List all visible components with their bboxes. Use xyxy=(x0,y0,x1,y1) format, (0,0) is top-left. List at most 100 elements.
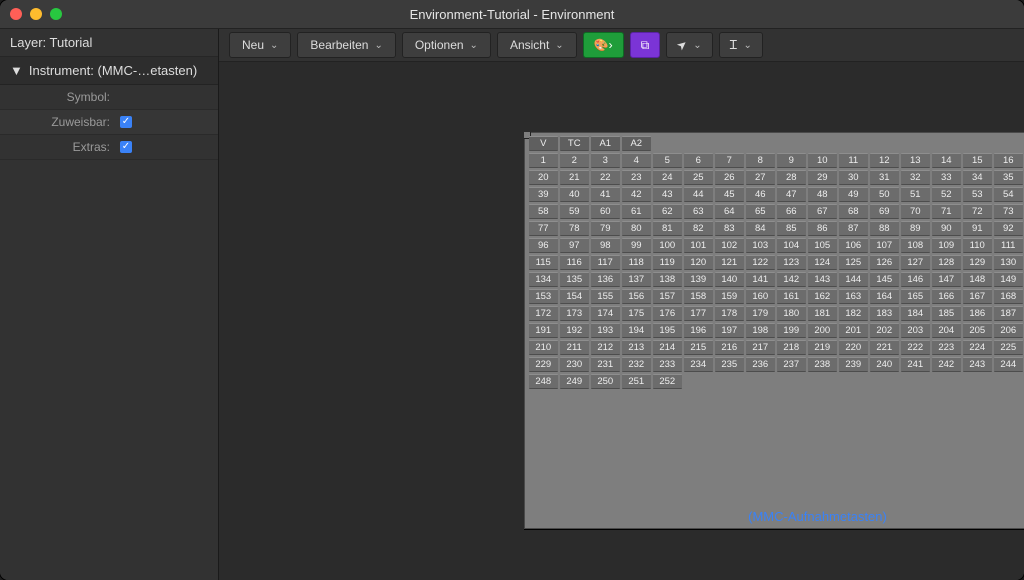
record-button[interactable]: 14 xyxy=(932,153,961,168)
record-button[interactable]: 177 xyxy=(684,306,713,321)
record-button[interactable]: 47 xyxy=(777,187,806,202)
record-button[interactable]: 251 xyxy=(622,374,651,389)
record-button[interactable]: 51 xyxy=(901,187,930,202)
record-button[interactable]: 216 xyxy=(715,340,744,355)
record-button[interactable]: 243 xyxy=(963,357,992,372)
record-button[interactable]: 81 xyxy=(653,221,682,236)
record-button[interactable]: 77 xyxy=(529,221,558,236)
record-button[interactable]: 11 xyxy=(839,153,868,168)
record-button[interactable]: 134 xyxy=(529,272,558,287)
record-button[interactable]: 29 xyxy=(808,170,837,185)
record-button[interactable]: 63 xyxy=(684,204,713,219)
record-button[interactable]: 232 xyxy=(622,357,651,372)
record-button[interactable]: 80 xyxy=(622,221,651,236)
record-button[interactable]: 205 xyxy=(963,323,992,338)
record-button[interactable]: 187 xyxy=(994,306,1023,321)
record-button[interactable]: 104 xyxy=(777,238,806,253)
record-button[interactable]: 96 xyxy=(529,238,558,253)
record-button[interactable]: 58 xyxy=(529,204,558,219)
record-button[interactable]: 211 xyxy=(560,340,589,355)
record-button[interactable]: 237 xyxy=(777,357,806,372)
record-button[interactable]: 159 xyxy=(715,289,744,304)
record-button[interactable]: 12 xyxy=(870,153,899,168)
close-icon[interactable] xyxy=(10,8,22,20)
inspector-header[interactable]: ▼ Instrument: (MMC-…etasten) xyxy=(0,57,218,85)
record-button[interactable]: 6 xyxy=(684,153,713,168)
record-button[interactable]: 231 xyxy=(591,357,620,372)
record-button[interactable]: 62 xyxy=(653,204,682,219)
record-button[interactable]: 239 xyxy=(839,357,868,372)
record-button[interactable]: 161 xyxy=(777,289,806,304)
record-button[interactable]: 8 xyxy=(746,153,775,168)
record-button[interactable]: 149 xyxy=(994,272,1023,287)
record-button[interactable]: 9 xyxy=(777,153,806,168)
record-button[interactable]: 13 xyxy=(901,153,930,168)
record-button[interactable]: 28 xyxy=(777,170,806,185)
record-button[interactable]: 162 xyxy=(808,289,837,304)
menu-edit[interactable]: Bearbeiten⌄ xyxy=(297,32,395,58)
record-button[interactable]: 98 xyxy=(591,238,620,253)
record-button[interactable]: 65 xyxy=(746,204,775,219)
record-button[interactable]: 212 xyxy=(591,340,620,355)
record-button[interactable]: 217 xyxy=(746,340,775,355)
record-button[interactable]: 198 xyxy=(746,323,775,338)
record-button[interactable]: 22 xyxy=(591,170,620,185)
record-button[interactable]: 107 xyxy=(870,238,899,253)
record-button[interactable]: 10 xyxy=(808,153,837,168)
record-button[interactable]: 233 xyxy=(653,357,682,372)
record-button[interactable]: 103 xyxy=(746,238,775,253)
record-button[interactable]: 201 xyxy=(839,323,868,338)
record-button[interactable]: 124 xyxy=(808,255,837,270)
record-button[interactable]: 181 xyxy=(808,306,837,321)
record-button[interactable]: 60 xyxy=(591,204,620,219)
record-button[interactable]: 242 xyxy=(932,357,961,372)
record-button[interactable]: 139 xyxy=(684,272,713,287)
record-button[interactable]: 186 xyxy=(963,306,992,321)
record-button[interactable]: 97 xyxy=(560,238,589,253)
record-button[interactable]: 34 xyxy=(963,170,992,185)
record-button[interactable]: 31 xyxy=(870,170,899,185)
record-button[interactable]: 194 xyxy=(622,323,651,338)
record-button[interactable]: 16 xyxy=(994,153,1023,168)
record-button[interactable]: 110 xyxy=(963,238,992,253)
layer-selector[interactable]: Layer: Tutorial xyxy=(0,29,218,57)
record-button[interactable]: 115 xyxy=(529,255,558,270)
record-button[interactable]: 163 xyxy=(839,289,868,304)
record-button[interactable]: 79 xyxy=(591,221,620,236)
record-button[interactable]: 53 xyxy=(963,187,992,202)
record-button[interactable]: 180 xyxy=(777,306,806,321)
record-button[interactable]: 54 xyxy=(994,187,1023,202)
record-button[interactable]: 126 xyxy=(870,255,899,270)
text-tool[interactable]: Ꮖ⌄ xyxy=(719,32,763,58)
record-button[interactable]: 203 xyxy=(901,323,930,338)
disclosure-triangle-icon[interactable]: ▼ xyxy=(10,63,23,78)
record-button[interactable]: 71 xyxy=(932,204,961,219)
object-name-label[interactable]: (MMC-Aufnahmetasten) xyxy=(525,509,1024,524)
record-button[interactable]: 86 xyxy=(808,221,837,236)
record-button[interactable]: 117 xyxy=(591,255,620,270)
record-button[interactable]: 92 xyxy=(994,221,1023,236)
record-button[interactable]: 220 xyxy=(839,340,868,355)
zoom-icon[interactable] xyxy=(50,8,62,20)
record-button[interactable]: 234 xyxy=(684,357,713,372)
record-button[interactable]: 146 xyxy=(901,272,930,287)
record-button[interactable]: 199 xyxy=(777,323,806,338)
record-button[interactable]: 215 xyxy=(684,340,713,355)
record-button[interactable]: 4 xyxy=(622,153,651,168)
record-button[interactable]: 252 xyxy=(653,374,682,389)
record-button[interactable]: 230 xyxy=(560,357,589,372)
record-button[interactable]: 147 xyxy=(932,272,961,287)
record-button[interactable]: 90 xyxy=(932,221,961,236)
record-button[interactable]: 102 xyxy=(715,238,744,253)
record-button[interactable]: 39 xyxy=(529,187,558,202)
record-button[interactable]: 128 xyxy=(932,255,961,270)
record-button[interactable]: 224 xyxy=(963,340,992,355)
record-button[interactable]: 15 xyxy=(963,153,992,168)
record-button[interactable]: 42 xyxy=(622,187,651,202)
record-button[interactable]: 200 xyxy=(808,323,837,338)
record-button[interactable]: 50 xyxy=(870,187,899,202)
record-button[interactable]: 155 xyxy=(591,289,620,304)
record-button[interactable]: 33 xyxy=(932,170,961,185)
record-button[interactable]: 166 xyxy=(932,289,961,304)
record-button[interactable]: 129 xyxy=(963,255,992,270)
